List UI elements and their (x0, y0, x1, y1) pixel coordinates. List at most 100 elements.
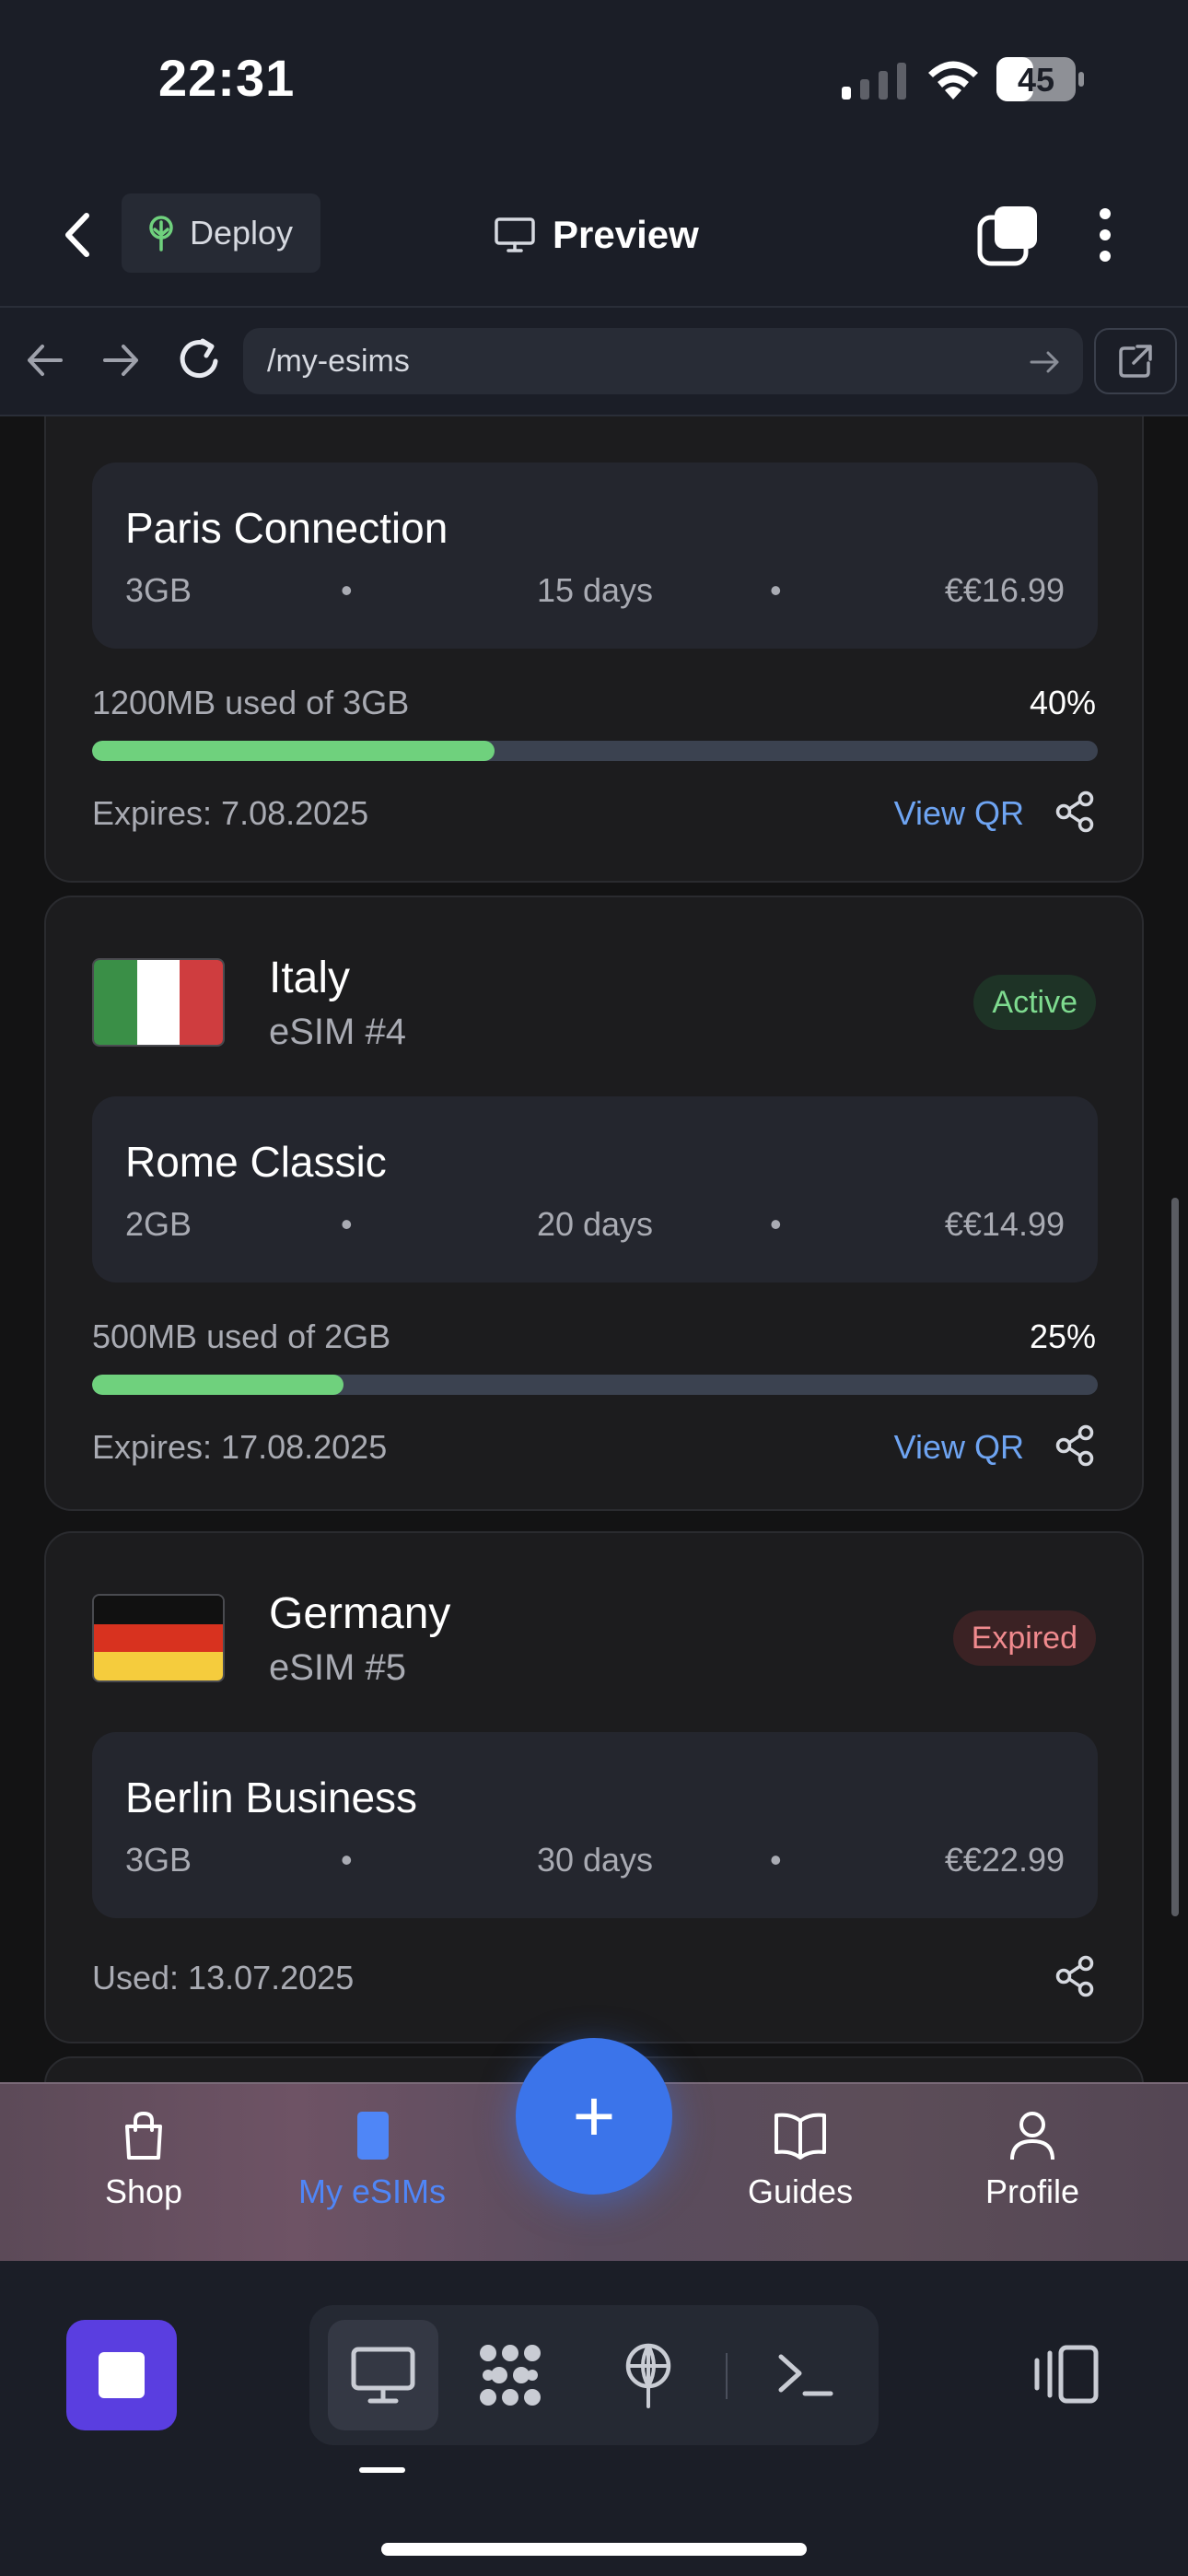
view-qr-link[interactable]: View QR (894, 1428, 1024, 1467)
tab-label: My eSIMs (298, 2172, 447, 2210)
share-icon[interactable] (1054, 1955, 1096, 1997)
tab-guides[interactable]: Guides (748, 2110, 853, 2211)
esim-card: Paris Connection 3GB • 15 days • €€16.99… (44, 416, 1144, 883)
esim-number: eSIM #4 (269, 1012, 406, 1052)
germany-flag-icon (92, 1594, 225, 1682)
battery-level: 45 (1017, 61, 1055, 99)
plan-meta: 2GB • 20 days • €€14.99 (125, 1205, 1065, 1247)
plan-box: Rome Classic 2GB • 20 days • €€14.99 (92, 1096, 1098, 1282)
deploy-icon[interactable] (613, 2340, 683, 2410)
status-time: 22:31 (158, 49, 296, 107)
plan-meta: 3GB • 15 days • €€16.99 (125, 571, 1065, 614)
terminal-icon[interactable] (770, 2340, 840, 2410)
separator-dot: • (341, 1205, 353, 1243)
tab-label: Guides (748, 2172, 854, 2210)
plan-data: 3GB (125, 1841, 192, 1879)
esim-list: Paris Connection 3GB • 15 days • €€16.99… (0, 416, 1188, 2082)
plan-box: Berlin Business 3GB • 30 days • €€22.99 (92, 1732, 1098, 1918)
tab-label: Shop (105, 2172, 183, 2210)
battery-indicator: 45 (996, 57, 1085, 101)
esim-card: Germany eSIM #5 Expired Berlin Business … (44, 1531, 1144, 2043)
plan-meta: 3GB • 30 days • €€22.99 (125, 1841, 1065, 1883)
usage-progress-bar (92, 1375, 1098, 1395)
plan-duration: 15 days (536, 571, 654, 609)
flag-stripe (94, 1596, 223, 1624)
share-icon[interactable] (1054, 790, 1096, 833)
stop-button[interactable] (66, 2320, 177, 2430)
agent-icon[interactable] (475, 2340, 545, 2410)
usage-text: 1200MB used of 3GB (92, 684, 410, 721)
status-badge: Expired (952, 1610, 1096, 1666)
go-arrow-icon[interactable] (1026, 343, 1065, 381)
separator-dot: • (770, 571, 782, 609)
italy-flag-icon (92, 958, 225, 1047)
plan-price: €€16.99 (944, 571, 1065, 609)
plan-price: €€14.99 (944, 1205, 1065, 1243)
url-text: /my-esims (267, 343, 410, 379)
plan-name: Paris Connection (125, 504, 448, 552)
separator-dot: • (341, 571, 353, 609)
usage-text: 500MB used of 2GB (92, 1317, 391, 1355)
active-tool-indicator (359, 2467, 405, 2473)
deploy-icon (149, 216, 173, 252)
more-vertical-icon[interactable] (1087, 205, 1124, 265)
country-name: Italy (269, 954, 351, 1002)
plus-icon: + (572, 2075, 616, 2157)
wifi-icon (928, 61, 978, 100)
book-icon (775, 2113, 827, 2160)
deploy-label: Deploy (190, 214, 294, 252)
back-chevron-icon[interactable] (52, 203, 103, 267)
expires-text: Expires: 7.08.2025 (92, 794, 369, 832)
add-esim-button[interactable]: + (516, 2038, 672, 2195)
monitor-icon (495, 217, 535, 252)
flag-stripe (94, 1623, 223, 1653)
tabs-switcher-icon[interactable] (976, 203, 1041, 267)
usage-percent: 25% (1029, 1317, 1096, 1355)
tab-profile[interactable]: Profile (985, 2110, 1079, 2211)
browser-back-icon[interactable] (22, 337, 68, 383)
panel-layout-icon[interactable] (1030, 2342, 1100, 2406)
scrollbar[interactable] (1171, 1198, 1179, 1916)
plan-name: Berlin Business (125, 1774, 418, 1821)
external-link-icon (1119, 345, 1152, 378)
country-name: Germany (269, 1589, 451, 1638)
plan-name: Rome Classic (125, 1138, 387, 1186)
browser-forward-icon[interactable] (98, 337, 144, 383)
separator-dot: • (770, 1205, 782, 1243)
status-badge: Active (973, 975, 1096, 1030)
plan-box: Paris Connection 3GB • 15 days • €€16.99 (92, 463, 1098, 649)
deploy-button[interactable]: Deploy (122, 193, 320, 273)
used-date-text: Used: 13.07.2025 (92, 1959, 355, 1996)
monitor-icon[interactable] (348, 2340, 418, 2410)
plan-data: 3GB (125, 571, 192, 609)
expires-text: Expires: 17.08.2025 (92, 1428, 388, 1466)
tab-my-esims[interactable]: My eSIMs (298, 2110, 446, 2211)
preview-title-text: Preview (553, 213, 699, 256)
usage-percent: 40% (1029, 684, 1096, 721)
flag-stripe (136, 960, 181, 1045)
esim-card: Italy eSIM #4 Active Rome Classic 2GB • … (44, 896, 1144, 1511)
open-external-button[interactable] (1094, 328, 1177, 394)
home-indicator (381, 2543, 807, 2556)
esim-card-icon (357, 2112, 389, 2160)
share-icon[interactable] (1054, 1424, 1096, 1467)
plan-duration: 20 days (536, 1205, 654, 1243)
esim-number: eSIM #5 (269, 1647, 406, 1688)
flag-stripe (94, 960, 137, 1045)
view-qr-link[interactable]: View QR (894, 794, 1024, 833)
flag-stripe (94, 1652, 223, 1680)
usage-progress-bar (92, 741, 1098, 761)
user-icon (1010, 2112, 1055, 2160)
usage-progress-fill (92, 741, 495, 761)
cellular-signal-icon (842, 63, 906, 100)
separator-dot: • (341, 1841, 353, 1879)
plan-duration: 30 days (536, 1841, 654, 1879)
shopping-bag-icon (125, 2111, 163, 2160)
separator-dot: • (770, 1841, 782, 1879)
plan-price: €€22.99 (944, 1841, 1065, 1879)
usage-progress-fill (92, 1375, 344, 1395)
url-input[interactable]: /my-esims (243, 328, 1083, 394)
tab-shop[interactable]: Shop (105, 2110, 182, 2211)
stop-icon (99, 2352, 145, 2398)
reload-icon[interactable] (175, 334, 225, 385)
